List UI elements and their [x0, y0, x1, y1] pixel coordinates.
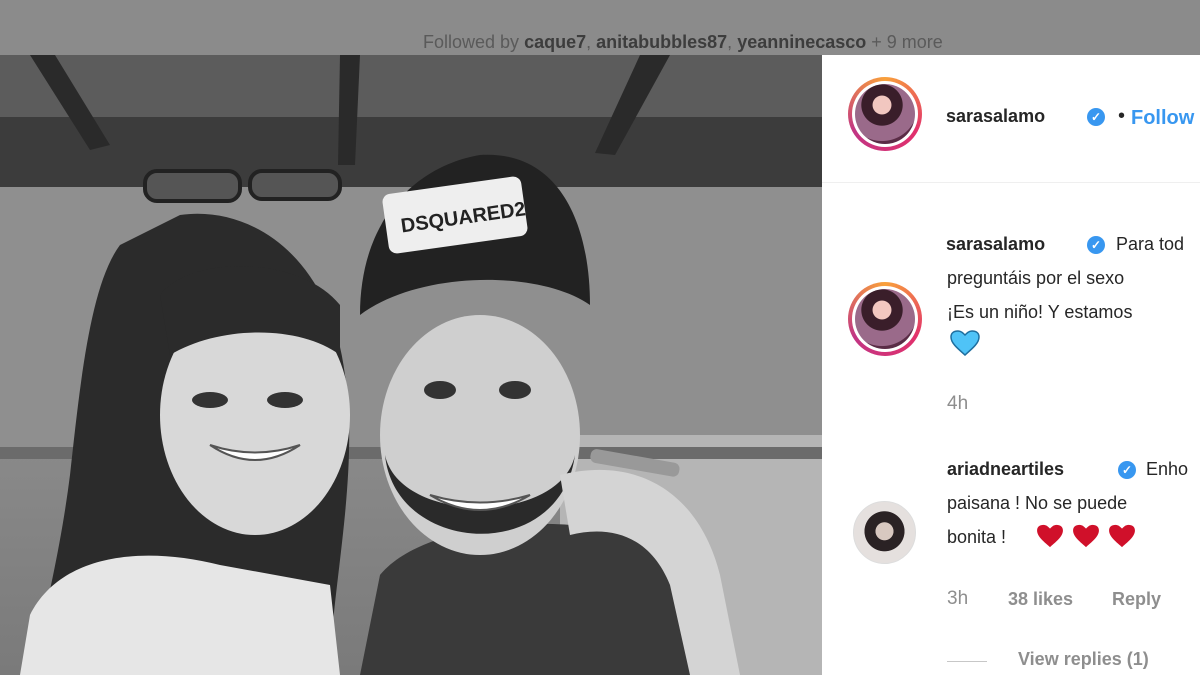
awning: [0, 117, 822, 187]
red-heart-icon: [1037, 524, 1063, 548]
profile-photo: [855, 84, 915, 144]
caption-line-3: ¡Es un niño! Y estamos: [947, 302, 1133, 322]
follow-button[interactable]: Follow: [1131, 107, 1194, 130]
follower-link-2[interactable]: anitabubbles87: [596, 32, 727, 52]
verified-badge-icon: ✓: [1087, 236, 1105, 254]
caption-username[interactable]: sarasalamo: [946, 234, 1045, 255]
commenter-avatar[interactable]: [853, 501, 916, 564]
post-photo[interactable]: DSQUARED2: [0, 55, 822, 675]
followed-suffix[interactable]: + 9 more: [866, 32, 943, 52]
blue-heart-icon: [950, 330, 980, 356]
caption-avatar[interactable]: [848, 282, 922, 356]
sunglasses: [143, 169, 242, 203]
header-avatar[interactable]: [848, 77, 922, 151]
profile-photo: [855, 289, 915, 349]
post-side-panel: sarasalamo ✓ • Follow sarasalamo ✓ Para …: [822, 55, 1200, 675]
follower-link-3[interactable]: yeanninecasco: [737, 32, 866, 52]
comment-line-3: bonita !: [947, 527, 1007, 547]
header-username[interactable]: sarasalamo: [946, 106, 1045, 127]
view-replies-button[interactable]: View replies (1): [1018, 649, 1149, 670]
comment-line-2: paisana ! No se puede: [947, 493, 1128, 513]
caption-time[interactable]: 4h: [947, 393, 968, 415]
verified-badge-icon: ✓: [1087, 108, 1105, 126]
caption-line-1: Para tod: [1116, 234, 1185, 254]
red-heart-icon: [1073, 524, 1099, 548]
separator-dot: •: [1118, 105, 1126, 127]
comment-time[interactable]: 3h: [947, 588, 968, 610]
followed-prefix: Followed by: [423, 32, 525, 52]
red-heart-icon: [1109, 524, 1135, 548]
ceiling: [0, 55, 822, 125]
comment-line-1: Enho: [1146, 459, 1189, 479]
followed-by-text: Followed by caque7, anitabubbles87, yean…: [423, 32, 943, 52]
caption-line-2: preguntáis por el sexo: [947, 268, 1125, 288]
comment-likes[interactable]: 38 likes: [1008, 589, 1073, 610]
photo-scene: DSQUARED2: [0, 55, 822, 675]
comment-username[interactable]: ariadneartiles: [947, 459, 1064, 480]
post-header: sarasalamo ✓ • Follow: [822, 55, 1200, 183]
comment-hearts: [1036, 524, 1144, 553]
reply-button[interactable]: Reply: [1112, 589, 1161, 610]
verified-badge-icon: ✓: [1118, 461, 1136, 479]
top-bar: Followed by caque7, anitabubbles87, yean…: [0, 0, 1200, 55]
replies-divider: [947, 661, 987, 662]
follower-link-1[interactable]: caque7: [524, 32, 586, 52]
